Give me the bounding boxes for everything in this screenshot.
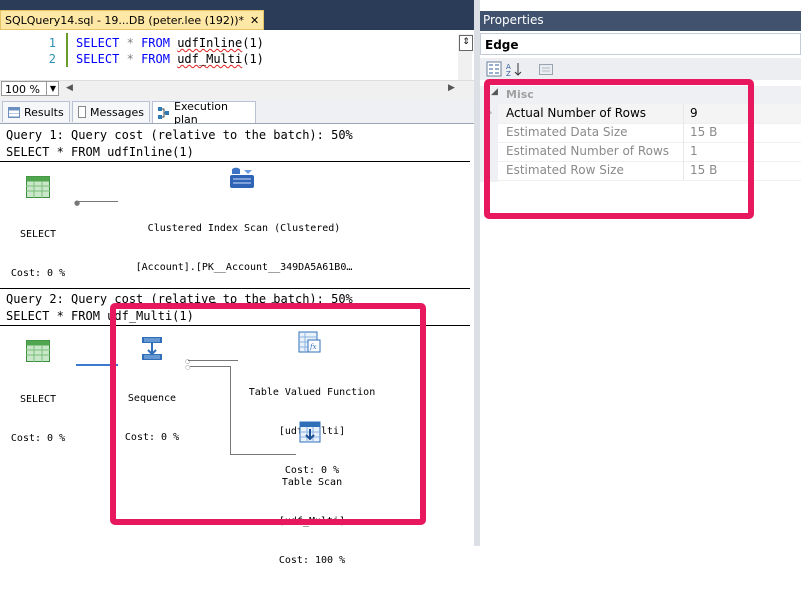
clustered-index-scan-icon[interactable] [228, 166, 256, 193]
highlight-box-plan [110, 303, 426, 525]
node-label: SELECT Cost: 0 % [6, 202, 70, 306]
tab-execution-plan[interactable]: Execution plan [152, 99, 256, 126]
grid-icon [8, 106, 20, 118]
line-number: 1 [48, 36, 56, 50]
divider [0, 161, 470, 162]
sql-editor[interactable]: 1 SELECT * FROM udfInline(1) 2 SELECT * … [0, 30, 476, 80]
properties-title: Properties [483, 13, 544, 27]
star: * [126, 36, 134, 50]
highlight-box-properties [484, 79, 754, 219]
function-name: udf_Multi [177, 52, 243, 66]
star: * [126, 52, 134, 66]
tab-label: Messages [90, 105, 144, 119]
tab-label: Execution plan [174, 99, 228, 126]
node-label: SELECT Cost: 0 % [6, 367, 70, 471]
results-tab-strip: Results Messages Execution plan [0, 99, 476, 126]
document-tab[interactable]: SQLQuery14.sql - 19...DB (peter.lee (192… [0, 10, 265, 30]
properties-object-name: Edge [485, 38, 519, 52]
svg-text:Z: Z [506, 70, 511, 77]
alphabetical-icon[interactable]: AZ [506, 61, 522, 78]
keyword: FROM [141, 36, 170, 50]
query-sql: SELECT * FROM udfInline(1) [6, 145, 194, 159]
divider [0, 288, 470, 289]
chevron-down-icon[interactable]: ▼ [46, 81, 59, 96]
query-header: Query 1: Query cost (relative to the bat… [6, 128, 353, 142]
line-number: 2 [48, 52, 56, 66]
properties-object-selector[interactable] [480, 33, 801, 55]
document-tab-title: SQLQuery14.sql - 19...DB (peter.lee (192… [5, 14, 245, 27]
categorized-icon[interactable] [486, 61, 502, 77]
tab-messages[interactable]: Messages [72, 101, 150, 122]
execution-plan-icon [158, 106, 170, 119]
node-name: SELECT [19, 394, 57, 405]
node-cost: Cost: 100 % [278, 555, 346, 566]
node-cost: Cost: 0 % [10, 433, 66, 444]
function-name: udfInline [177, 36, 243, 50]
scroll-left-icon[interactable]: ◀ [66, 83, 73, 93]
message-icon [78, 106, 87, 118]
property-pages-icon[interactable] [538, 61, 554, 77]
function-args: (1) [242, 36, 264, 50]
select-node-icon[interactable] [26, 340, 50, 365]
edge-endpoint: ● [74, 199, 81, 207]
close-icon[interactable]: ✕ [250, 14, 259, 27]
properties-toolbar [480, 58, 801, 80]
code-line[interactable]: SELECT * FROM udfInline(1) [76, 36, 264, 50]
code-line[interactable]: SELECT * FROM udf_Multi(1) [76, 52, 264, 66]
change-marker [66, 33, 68, 67]
tab-results[interactable]: Results [2, 101, 70, 122]
node-cost: Cost: 0 % [10, 268, 66, 279]
function-args: (1) [242, 52, 264, 66]
node-object: [Account].[PK__Account__349DA5A61B0… [135, 262, 353, 273]
node-name: Clustered Index Scan (Clustered) [147, 223, 341, 234]
select-node-icon[interactable] [26, 176, 50, 201]
tab-label: Results [24, 105, 64, 119]
scroll-right-icon[interactable]: ▶ [448, 83, 455, 93]
keyword: FROM [141, 52, 170, 66]
split-icon[interactable]: ⇕ [459, 35, 473, 51]
node-name: SELECT [19, 229, 57, 240]
keyword: SELECT [76, 52, 120, 66]
keyword: SELECT [76, 36, 120, 50]
